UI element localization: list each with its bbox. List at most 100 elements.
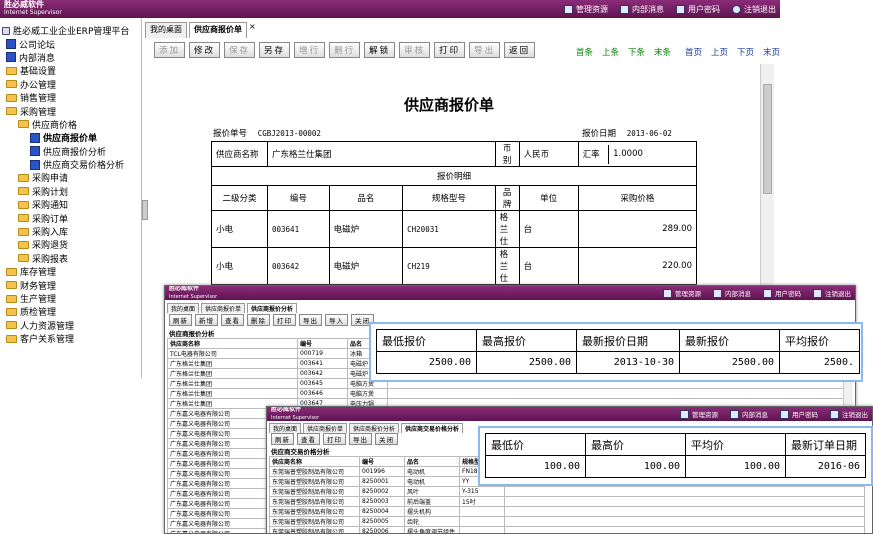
nav-next-record[interactable]: 下条 — [628, 46, 645, 58]
table-cell: 电脑方煲 — [347, 388, 388, 399]
stat-value: 2016-06 — [785, 455, 866, 478]
top-nav-messages[interactable]: 内部消息 — [730, 409, 768, 419]
toolbar-button[interactable]: 刷新 — [271, 433, 294, 445]
toolbar-button[interactable]: 导出 — [349, 433, 372, 445]
sidebar-item[interactable]: 库存管理 — [0, 265, 141, 278]
nav-last-record[interactable]: 末条 — [654, 46, 671, 58]
trade-tabs: 我的桌面 供应商报价单 供应商报价分析 供应商交易价格分析 — [269, 423, 464, 433]
sidebar-item[interactable]: 生产管理 — [0, 292, 141, 305]
toolbar-button[interactable]: 打印 — [273, 314, 296, 326]
tab-close-icon[interactable]: × — [249, 22, 256, 38]
stat-header: 平均价 — [685, 433, 786, 456]
nav-first-page[interactable]: 首页 — [685, 46, 702, 58]
toolbar-button[interactable]: 查看 — [221, 314, 244, 326]
sidebar-item[interactable]: 胜必威工业企业ERP管理平台 — [0, 24, 141, 37]
sidebar-item[interactable]: 内部消息 — [0, 51, 141, 64]
sidebar-item[interactable]: 公司论坛 — [0, 37, 141, 51]
top-nav-resources[interactable]: 管理资源 — [564, 4, 608, 15]
toolbar-button[interactable]: 打印 — [323, 433, 346, 445]
toolbar-button[interactable]: 返回 — [504, 42, 536, 58]
tab-item[interactable]: 我的桌面 — [269, 423, 302, 433]
toolbar-button[interactable]: 修改 — [189, 42, 221, 58]
nav-next-page[interactable]: 下页 — [737, 46, 754, 58]
tab-desktop[interactable]: 我的桌面 — [145, 22, 187, 38]
scrollbar-thumb[interactable] — [763, 84, 772, 194]
sidebar-item[interactable]: 采购管理 — [0, 104, 141, 118]
sidebar-item[interactable]: 财务管理 — [0, 278, 141, 292]
sidebar-item[interactable]: 采购报表 — [0, 252, 141, 265]
sidebar-item[interactable]: 办公管理 — [0, 78, 141, 91]
table-row[interactable]: 东莞瑞普塑胶制品有限公司 8250006 摆头角度调节组件 — [269, 526, 865, 533]
sidebar-item[interactable]: 供应商价格 — [0, 118, 141, 131]
top-nav-resources[interactable]: 管理资源 — [663, 288, 701, 298]
toolbar-button[interactable]: 解锁 — [364, 42, 396, 58]
tab-item[interactable]: 我的桌面 — [167, 303, 200, 313]
tab-supplier-quote[interactable]: 供应商报价单 — [189, 22, 247, 38]
top-nav-resources[interactable]: 管理资源 — [680, 409, 718, 419]
logo: 胜必威软件 Internet Supervisor — [165, 286, 217, 301]
tab-item[interactable]: 供应商报价分析 — [247, 303, 298, 313]
nav-prev-page[interactable]: 上页 — [711, 46, 728, 58]
rate-value: 1.0000 — [613, 149, 643, 159]
tab-item[interactable]: 供应商交易价格分析 — [401, 423, 464, 433]
sidebar-item[interactable]: 采购入库 — [0, 225, 141, 238]
sidebar-item[interactable]: 供应商交易价格分析 — [0, 158, 141, 171]
messages-icon — [730, 409, 739, 419]
table-cell: 电磁炉 — [328, 210, 404, 248]
table-cell: 广东格兰仕集团 — [167, 388, 298, 399]
sidebar-item[interactable]: 销售管理 — [0, 91, 141, 104]
tab-item[interactable]: 供应商报价分析 — [349, 423, 400, 433]
tab-item[interactable]: 供应商报价单 — [201, 303, 246, 313]
toolbar-button: 删行 — [329, 42, 361, 58]
tab-item[interactable]: 供应商报价单 — [303, 423, 348, 433]
table-row[interactable]: 东莞瑞普塑胶制品有限公司 8250005 齿轮 — [269, 516, 865, 527]
top-nav-messages[interactable]: 内部消息 — [620, 4, 664, 15]
sidebar-collapse-handle[interactable] — [142, 200, 148, 220]
nav-first-record[interactable]: 首条 — [576, 46, 593, 58]
quote-stats-table: 最低报价 最高报价 最新报价日期 最新报价 平均报价 2500.00 2500.00 201… — [376, 329, 860, 374]
sidebar-item[interactable]: 采购通知 — [0, 198, 141, 211]
folder-icon — [6, 294, 17, 303]
top-nav-password[interactable]: 用户密码 — [676, 4, 720, 15]
top-nav-logout[interactable]: 注销退出 — [813, 288, 851, 298]
toolbar-button[interactable]: 导出 — [299, 314, 322, 326]
column-header: 品名 — [404, 456, 460, 467]
stat-header: 最新报价 — [679, 329, 780, 352]
top-nav-messages[interactable]: 内部消息 — [713, 288, 751, 298]
table-row[interactable]: 东莞瑞普塑胶制品有限公司 8250002 风叶 Y-315 — [269, 486, 865, 497]
table-row[interactable]: 东莞瑞普塑胶制品有限公司 8250004 摆头机构 — [269, 506, 865, 517]
sidebar-item[interactable]: 采购退货 — [0, 238, 141, 251]
toolbar-button[interactable]: 另存 — [259, 42, 291, 58]
toolbar-button[interactable]: 删除 — [247, 314, 270, 326]
toolbar-button[interactable]: 打印 — [434, 42, 466, 58]
sidebar-item-label: 库存管理 — [20, 268, 57, 279]
rate-label: 汇率 — [578, 144, 610, 164]
toolbar-button[interactable]: 关闭 — [375, 433, 398, 445]
sidebar-item[interactable]: 采购申请 — [0, 171, 141, 184]
toolbar-button[interactable]: 导入 — [325, 314, 348, 326]
table-row[interactable]: 广东格兰仕集团 003646 电脑方煲 — [167, 388, 847, 399]
sidebar-item[interactable]: 质检管理 — [0, 305, 141, 318]
sidebar-item[interactable]: 客户关系管理 — [0, 332, 141, 345]
nav-last-page[interactable]: 末页 — [763, 46, 780, 58]
sidebar-item[interactable]: 采购计划 — [0, 185, 141, 198]
sidebar-item-label: 采购订单 — [32, 214, 69, 225]
top-nav-password[interactable]: 用户密码 — [780, 409, 818, 419]
sidebar-item[interactable]: 基础设置 — [0, 64, 141, 77]
nav-prev-record[interactable]: 上条 — [602, 46, 619, 58]
grid-filler — [504, 526, 865, 533]
sidebar-item[interactable]: 人力资源管理 — [0, 319, 141, 332]
top-nav-password[interactable]: 用户密码 — [763, 288, 801, 298]
sidebar-item[interactable]: 供应商报价单 — [0, 131, 141, 144]
table-row[interactable]: 东莞瑞普塑胶制品有限公司 8250003 前后端盖 15吋 — [269, 496, 865, 507]
sidebar-item[interactable]: 供应商报价分析 — [0, 145, 141, 158]
top-nav-logout[interactable]: 注销退出 — [732, 4, 776, 15]
sidebar-item[interactable]: 采购订单 — [0, 211, 141, 225]
toolbar-button[interactable]: 新增 — [195, 314, 218, 326]
toolbar-button[interactable]: 查看 — [297, 433, 320, 445]
top-nav-logout[interactable]: 注销退出 — [830, 409, 868, 419]
currency-value: 人民币 — [518, 141, 579, 167]
table-cell: 前后端盖 — [404, 496, 460, 507]
toolbar-button[interactable]: 刷新 — [169, 314, 192, 326]
table-cell: 电动机 — [404, 476, 460, 487]
